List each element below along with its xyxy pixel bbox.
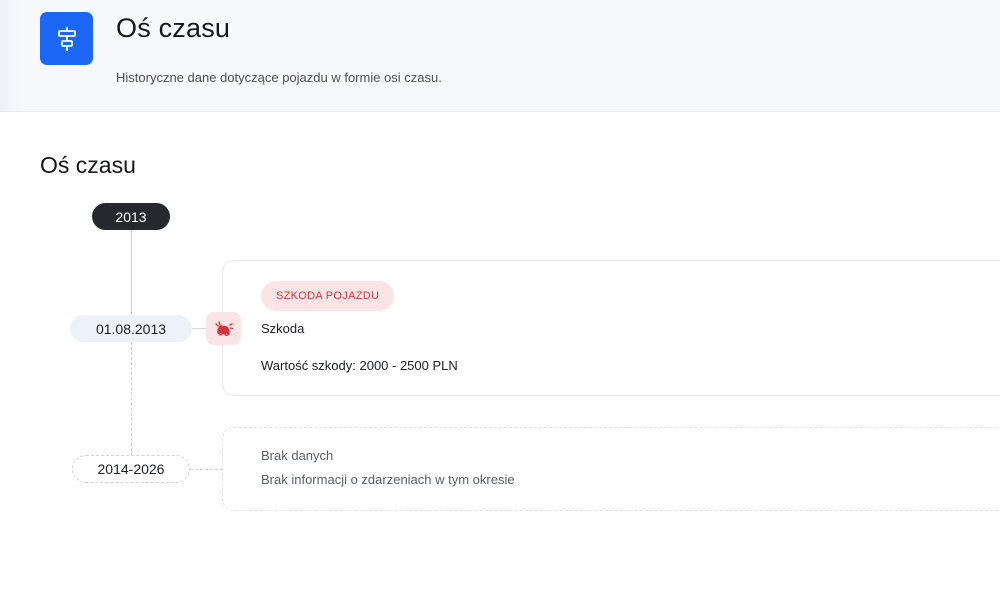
page-title: Oś czasu <box>116 13 231 43</box>
timeline-line <box>131 228 132 316</box>
event-date: 01.08.2013 <box>70 315 192 342</box>
page-header: Oś czasu Historyczne dane dotyczące poja… <box>0 0 1000 112</box>
page: Oś czasu Historyczne dane dotyczące poja… <box>0 0 1000 611</box>
empty-period-description: Brak informacji o zdarzeniach w tym okre… <box>261 472 515 487</box>
page-subtitle: Historyczne dane dotyczące pojazdu w for… <box>116 70 442 85</box>
damage-badge: SZKODA POJAZDU <box>261 281 395 311</box>
timeline-icon <box>40 12 93 65</box>
damage-value: Wartość szkody: 2000 - 2500 PLN <box>261 358 458 373</box>
empty-period-card <box>222 427 1000 511</box>
empty-period-title: Brak danych <box>261 448 334 463</box>
period-connector <box>190 469 223 470</box>
event-title: Szkoda <box>261 321 305 336</box>
period-range: 2014-2026 <box>72 455 190 483</box>
section-title: Oś czasu <box>40 152 136 178</box>
car-crash-icon <box>206 312 241 345</box>
year-marker: 2013 <box>92 203 170 230</box>
timeline-line-dashed <box>131 342 132 456</box>
